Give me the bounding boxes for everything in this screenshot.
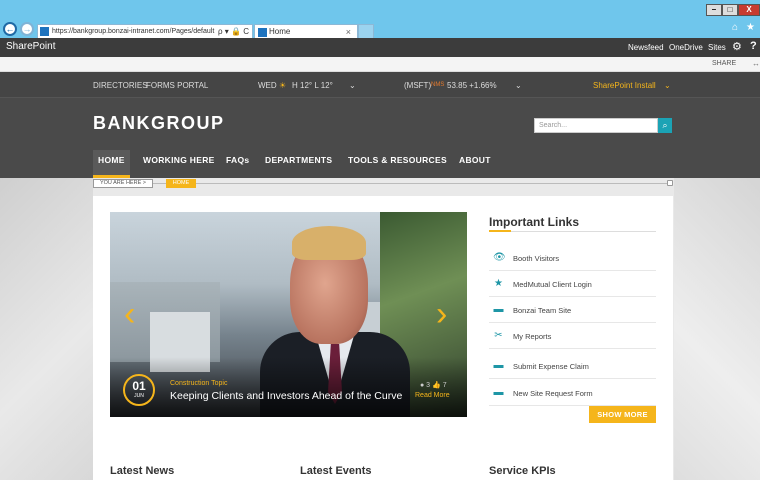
nav-working-here[interactable]: WORKING HERE — [143, 150, 215, 178]
carousel-next-arrow-icon[interactable]: › — [436, 297, 447, 331]
site-favicon-icon — [40, 27, 49, 36]
share-bar: SHARE ↔ — [0, 57, 760, 72]
hero-date-month: JUN — [134, 393, 144, 399]
service-kpis-title: Service KPIs — [489, 465, 556, 477]
favorites-star-icon[interactable]: ★ — [746, 22, 755, 33]
important-link-item[interactable]: ▬ Bonzai Team Site — [489, 297, 656, 323]
address-controls[interactable]: ρ ▾ 🔒 C — [218, 25, 249, 38]
important-links-title: Important Links — [489, 215, 580, 229]
background-left — [0, 178, 93, 480]
important-link-label: MedMutual Client Login — [513, 280, 592, 289]
help-icon[interactable]: ? — [750, 40, 757, 52]
nav-tools-resources[interactable]: TOOLS & RESOURCES — [348, 150, 447, 178]
suite-link-onedrive[interactable]: OneDrive — [669, 43, 703, 52]
close-window-button[interactable]: X — [738, 4, 760, 16]
stock-chevron-down-icon[interactable]: ⌄ — [515, 81, 522, 90]
site-header: DIRECTORIES FORMS PORTAL WED ☀ H 12° L 1… — [0, 72, 760, 178]
suite-link-newsfeed[interactable]: Newsfeed — [628, 43, 664, 52]
stock-value: 53.85 +1.66% — [447, 81, 497, 90]
hero-carousel[interactable]: ‹ › — [110, 212, 467, 417]
important-link-item[interactable]: ✂ My Reports — [489, 323, 656, 349]
install-chevron-down-icon[interactable]: ⌄ — [664, 81, 671, 90]
sharepoint-suite-bar: SharePoint Newsfeed OneDrive Sites ⚙ ? — [0, 38, 760, 57]
weather-day: WED — [258, 81, 277, 90]
minimize-button[interactable]: – — [706, 4, 722, 16]
latest-news-title: Latest News — [110, 465, 175, 477]
tab-close-icon[interactable]: × — [346, 25, 351, 39]
search-icon[interactable]: ⌕ — [658, 118, 672, 133]
url-text: https://bankgroup.bonzai-intranet.com/Pa… — [52, 28, 215, 35]
background-right — [674, 178, 760, 480]
tab-favicon-icon — [258, 28, 267, 37]
utility-bar: DIRECTORIES FORMS PORTAL WED ☀ H 12° L 1… — [0, 72, 760, 98]
breadcrumb-you-are-here: YOU ARE HERE > — [93, 179, 153, 188]
important-link-label: Submit Expense Claim — [513, 362, 589, 371]
new-tab-button[interactable] — [358, 24, 374, 39]
important-link-item[interactable]: 👁 Booth Visitors — [489, 245, 656, 271]
nav-about[interactable]: ABOUT — [459, 150, 491, 178]
site-logo[interactable]: BANKGROUP — [93, 113, 225, 134]
important-link-label: New Site Request Form — [513, 389, 593, 398]
sharepoint-install-link[interactable]: SharePoint Install — [593, 81, 656, 90]
share-button[interactable]: SHARE — [712, 60, 736, 67]
hero-topic[interactable]: Construction Topic — [170, 380, 227, 387]
important-links-divider — [489, 230, 656, 232]
address-bar[interactable]: https://bankgroup.bonzai-intranet.com/Pa… — [37, 24, 253, 39]
important-link-label: Bonzai Team Site — [513, 306, 572, 315]
important-link-label: My Reports — [513, 332, 552, 341]
forward-button[interactable]: → — [20, 22, 34, 36]
show-more-button[interactable]: SHOW MORE — [589, 406, 656, 423]
hero-date-day: 01 — [132, 379, 146, 393]
important-link-item[interactable]: ★ MedMutual Client Login — [489, 271, 656, 297]
browser-toolbar: ← → https://bankgroup.bonzai-intranet.co… — [0, 0, 760, 39]
briefcase-icon: ▬ — [493, 387, 504, 398]
browser-tab-home[interactable]: Home × — [254, 24, 358, 39]
directories-link[interactable]: DIRECTORIES — [93, 81, 148, 90]
important-link-item[interactable]: ▬ Submit Expense Claim — [489, 353, 656, 379]
latest-events-title: Latest Events — [300, 465, 372, 477]
tab-title: Home — [269, 27, 291, 36]
weather-temp: H 12° L 12° — [292, 81, 333, 90]
hero-social-counts: ● 3 👍 7 — [420, 381, 447, 389]
eye-icon: 👁 — [493, 252, 506, 263]
star-icon: ★ — [494, 278, 503, 289]
settings-gear-icon[interactable]: ⚙ — [732, 40, 742, 53]
nav-home[interactable]: HOME — [93, 150, 130, 178]
title-accent — [489, 230, 511, 232]
important-link-item[interactable]: ▬ New Site Request Form — [489, 380, 656, 406]
breadcrumb-end-marker — [667, 180, 673, 186]
briefcase-icon: ▬ — [493, 304, 504, 315]
briefcase-icon: ▬ — [493, 360, 504, 371]
hero-person-hair — [292, 226, 366, 260]
breadcrumb-home[interactable]: HOME — [166, 179, 196, 188]
nav-departments[interactable]: DEPARTMENTS — [265, 150, 332, 178]
like-count[interactable]: 👍 7 — [432, 382, 447, 389]
hero-date-badge: 01 JUN — [123, 374, 155, 406]
stock-symbol: (MSFT) — [404, 81, 432, 90]
comment-count[interactable]: ● 3 — [420, 382, 430, 389]
hero-headline[interactable]: Keeping Clients and Investors Ahead of t… — [170, 390, 402, 402]
focus-icon[interactable]: ↔ — [752, 59, 760, 68]
weather-sun-icon: ☀ — [279, 81, 287, 90]
search-input[interactable]: Search... — [534, 118, 658, 133]
nav-faqs[interactable]: FAQs — [226, 150, 249, 178]
weather-chevron-down-icon[interactable]: ⌄ — [349, 81, 356, 90]
maximize-button[interactable]: □ — [722, 4, 738, 16]
important-link-label: Booth Visitors — [513, 254, 560, 263]
back-button[interactable]: ← — [3, 22, 17, 36]
paperclip-icon: ✂ — [494, 330, 503, 341]
forms-portal-link[interactable]: FORMS PORTAL — [146, 81, 208, 90]
stock-exchange: NMS — [431, 82, 445, 88]
sharepoint-brand[interactable]: SharePoint — [6, 41, 55, 52]
home-icon[interactable]: ⌂ — [732, 22, 738, 33]
hero-read-more-link[interactable]: Read More — [415, 392, 450, 399]
suite-link-sites[interactable]: Sites — [708, 43, 726, 52]
carousel-prev-arrow-icon[interactable]: ‹ — [124, 297, 135, 331]
hero-caption-shade — [110, 357, 467, 417]
